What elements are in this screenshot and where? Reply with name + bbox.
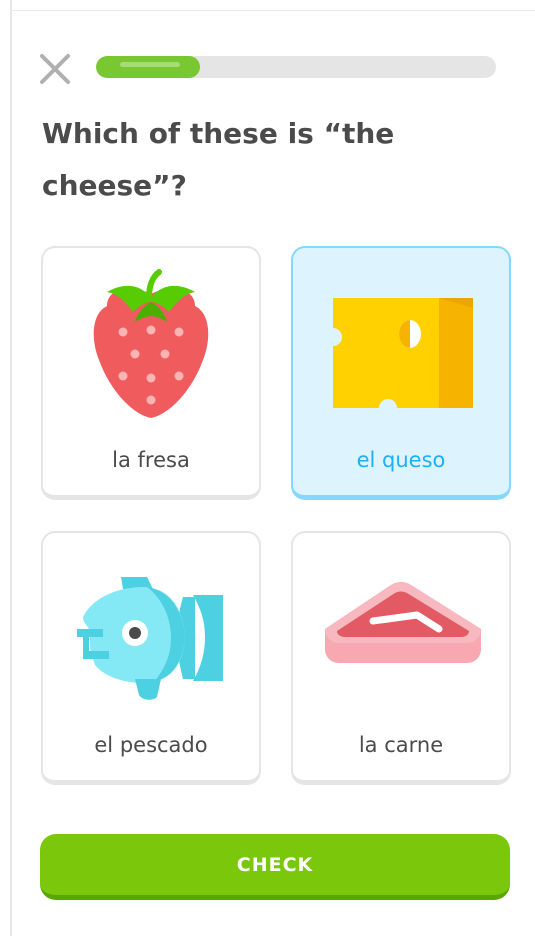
close-button[interactable] [36, 50, 74, 88]
question-prompt: Which of these is “the cheese”? [42, 117, 395, 202]
check-button[interactable]: CHECK [40, 834, 510, 900]
lesson-screen: Which of these is “the cheese”? la fresa [0, 0, 535, 936]
frame-border-top [10, 10, 535, 11]
frame-border-left [10, 0, 12, 936]
choice-card-la-carne[interactable]: la carne [291, 531, 511, 785]
cheese-icon [333, 298, 473, 408]
progress-shine [120, 62, 180, 67]
meat-icon [325, 582, 481, 663]
lesson-progress-fill [96, 56, 200, 78]
fish-icon [77, 577, 223, 700]
choice-label: la carne [358, 733, 444, 757]
choice-card-el-queso[interactable]: el queso [291, 246, 511, 500]
choice-label: el pescado [94, 733, 208, 757]
close-icon [40, 54, 70, 84]
choice-card-la-fresa[interactable]: la fresa [41, 246, 261, 500]
choice-label: la fresa [112, 448, 190, 472]
choice-label: el queso [356, 448, 446, 472]
lesson-progress-bar [96, 56, 496, 78]
strawberry-icon [93, 269, 209, 418]
choice-card-el-pescado[interactable]: el pescado [41, 531, 261, 785]
